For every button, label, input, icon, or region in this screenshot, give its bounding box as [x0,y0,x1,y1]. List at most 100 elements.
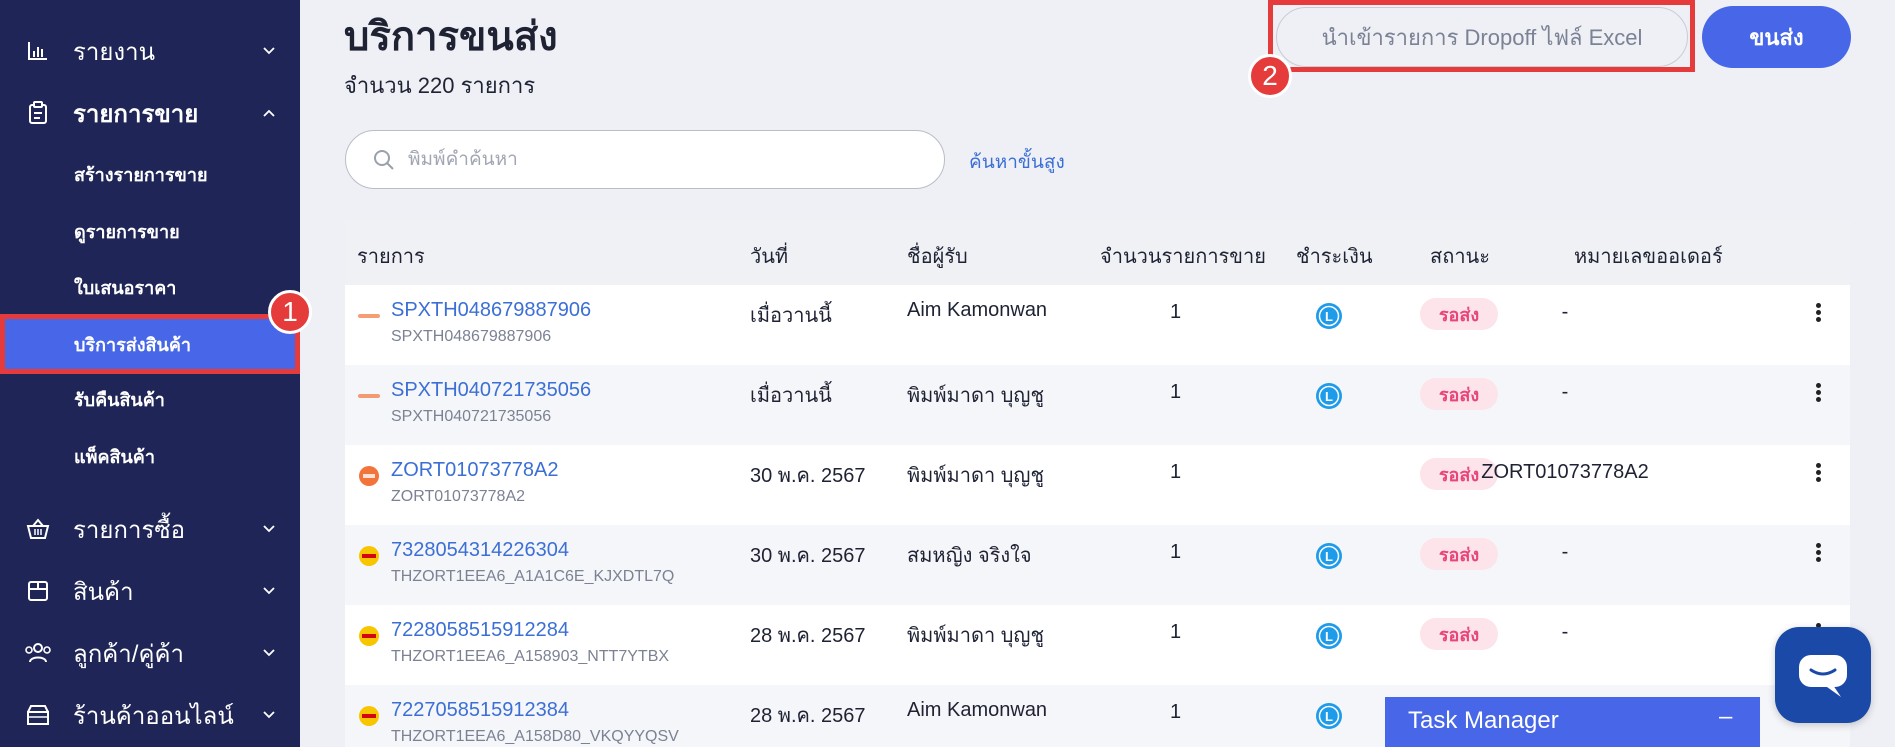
column-header-payment[interactable]: ชำระเงิน [1296,240,1373,272]
store-icon [24,701,52,729]
minimize-icon[interactable]: – [1719,703,1732,731]
table-row[interactable]: 7228058515912284 THZORT1EEA6_A158903_NTT… [345,605,1850,685]
tracking-link[interactable]: 7227058515912384 [391,699,569,722]
tracking-link[interactable]: SPXTH048679887906 [391,299,591,322]
column-header-date[interactable]: วันที่ [750,240,788,272]
sidebar-item-returns[interactable]: รับคืนสินค้า [0,376,300,422]
sidebar-item-label: แพ็คสินค้า [74,446,155,467]
payment-l-icon: L [1315,622,1343,650]
recipient-cell: พิมพ์มาดา บุญชู [907,385,1045,407]
table-header: รายการ วันที่ ชื่อผู้รับ จำนวนรายการขาย … [345,220,1850,285]
task-manager-label: Task Manager [1408,707,1559,734]
date-cell: 28 พ.ค. 2567 [750,625,866,647]
order-number-cell: ZORT01073778A2 [1481,461,1649,483]
sidebar-group-label: รายการขาย [73,100,199,128]
tracking-link[interactable]: ZORT01073778A2 [391,459,559,482]
more-options-icon[interactable] [1811,381,1825,407]
sidebar-item-create-sale[interactable]: สร้างรายการขาย [0,151,300,197]
more-options-icon[interactable] [1811,461,1825,487]
date-cell: เมื่อวานนี้ [750,385,832,407]
tracking-subtext: THZORT1EEA6_A158D80_VKQYYQSV [391,728,679,745]
column-header-order-no[interactable]: หมายเลขออเดอร์ [1574,240,1723,272]
svg-text:L: L [1325,549,1333,564]
chevron-down-icon [262,44,276,58]
advanced-search-link[interactable]: ค้นหาขั้นสูง [969,147,1065,177]
sidebar-group-purchases[interactable]: รายการซื้อ [0,504,300,554]
sidebar-group-customers[interactable]: ลูกค้า/คู่ค้า [0,628,300,678]
payment-l-icon: L [1315,702,1343,730]
search-input[interactable] [408,143,908,177]
recipient-cell: Aim Kamonwan [907,699,1048,721]
task-manager-bar[interactable]: Task Manager – [1385,697,1760,747]
date-cell: เมื่อวานนี้ [750,305,832,327]
sidebar-item-packing[interactable]: แพ็คสินค้า [0,433,300,479]
people-icon [24,639,52,667]
search-box [345,130,945,189]
search-icon [372,148,396,177]
svg-text:L: L [1325,389,1333,404]
sidebar-item-quotation[interactable]: ใบเสนอราคา [0,264,300,310]
table-row[interactable]: SPXTH040721735056 SPXTH040721735056 เมื่… [345,365,1850,445]
bar-chart-icon [24,37,52,65]
sidebar-item-view-sales[interactable]: ดูรายการขาย [0,208,300,254]
sidebar-item-shipping-service[interactable]: บริการส่งสินค้า [0,314,300,374]
import-dropoff-excel-button[interactable]: นำเข้ารายการ Dropoff ไฟล์ Excel [1276,7,1688,67]
chevron-down-icon [262,708,276,722]
svg-text:L: L [1325,709,1333,724]
shopee-express-logo [358,305,380,327]
payment-l-icon: L [1315,302,1343,330]
chat-button[interactable] [1775,627,1871,723]
annotation-marker-1: 1 [268,290,312,334]
sidebar-group-sales[interactable]: รายการขาย [0,88,300,138]
zort-logo [358,465,380,487]
sidebar-item-label: ดูรายการขาย [74,221,180,242]
table-row[interactable]: ZORT01073778A2 ZORT01073778A2 30 พ.ค. 25… [345,445,1850,525]
chevron-up-icon [262,106,276,120]
column-header-item[interactable]: รายการ [357,240,425,272]
sidebar-group-online-store[interactable]: ร้านค้าออนไลน์ [0,690,300,740]
tracking-link[interactable]: SPXTH040721735056 [391,379,591,402]
sidebar-item-label: รับคืนสินค้า [74,389,165,410]
date-cell: 30 พ.ค. 2567 [750,465,866,487]
dhl-logo [358,705,380,727]
basket-icon [24,515,52,543]
tracking-subtext: SPXTH048679887906 [391,328,552,345]
sidebar-group-label: รายการซื้อ [73,516,186,544]
recipient-cell: Aim Kamonwan [907,299,1048,321]
record-count: จำนวน 220 รายการ [344,73,536,98]
tracking-link[interactable]: 7328054314226304 [391,539,569,562]
qty-cell: 1 [1170,541,1182,563]
order-number-cell: - [1561,541,1569,563]
sidebar-group-products[interactable]: สินค้า [0,566,300,616]
sidebar-item-label: สร้างรายการขาย [74,164,208,185]
tracking-link[interactable]: 7228058515912284 [391,619,569,642]
box-icon [24,577,52,605]
payment-l-icon: L [1315,542,1343,570]
ship-button[interactable]: ขนส่ง [1702,6,1851,68]
svg-text:L: L [1325,309,1333,324]
qty-cell: 1 [1170,701,1182,723]
table-row[interactable]: SPXTH048679887906 SPXTH048679887906 เมื่… [345,285,1850,365]
qty-cell: 1 [1170,621,1182,643]
chevron-down-icon [262,646,276,660]
sidebar-item-label: บริการส่งสินค้า [74,334,191,355]
column-header-recipient[interactable]: ชื่อผู้รับ [907,240,968,272]
tracking-subtext: THZORT1EEA6_A158903_NTT7YTBX [391,648,670,665]
shopee-express-logo [358,385,380,407]
annotation-marker-2: 2 [1248,54,1292,98]
recipient-cell: พิมพ์มาดา บุญชู [907,465,1045,487]
more-options-icon[interactable] [1811,301,1825,327]
order-number-cell: - [1561,381,1569,403]
qty-cell: 1 [1170,461,1182,483]
table-row[interactable]: 7328054314226304 THZORT1EEA6_A1A1C6E_KJX… [345,525,1850,605]
page-title: บริการขนส่ง [344,15,558,59]
column-header-status[interactable]: สถานะ [1430,240,1490,272]
qty-cell: 1 [1170,381,1182,403]
chevron-down-icon [262,522,276,536]
column-header-qty[interactable]: จำนวนรายการขาย [1100,240,1266,272]
qty-cell: 1 [1170,301,1182,323]
more-options-icon[interactable] [1811,541,1825,567]
payment-l-icon: L [1315,382,1343,410]
dhl-logo [358,545,380,567]
sidebar-group-reports[interactable]: รายงาน [0,26,300,76]
